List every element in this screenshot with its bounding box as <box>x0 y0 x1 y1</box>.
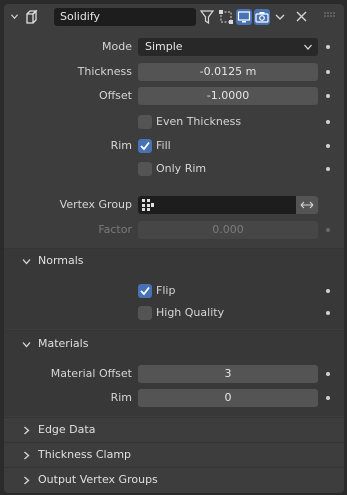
thickness-row: Thickness -0.0125 m <box>4 62 344 82</box>
decorator-dot-icon[interactable] <box>326 372 330 376</box>
close-icon[interactable] <box>296 11 307 22</box>
fill-checkbox[interactable] <box>138 139 152 153</box>
decorator-dot-icon[interactable] <box>326 45 330 49</box>
even-thickness-label[interactable]: Even Thickness <box>156 112 241 132</box>
thickness-clamp-title: Thickness Clamp <box>38 448 132 461</box>
edge-data-header[interactable]: Edge Data <box>4 418 344 442</box>
high-quality-label[interactable]: High Quality <box>156 303 224 323</box>
solidify-modifier-icon <box>26 10 38 24</box>
material-rim-field[interactable]: 0 <box>138 389 318 407</box>
decorator-dot-icon[interactable] <box>326 396 330 400</box>
flip-checkbox[interactable] <box>138 284 152 298</box>
check-icon <box>140 141 150 151</box>
fill-label[interactable]: Fill <box>156 136 171 156</box>
vertex-group-field[interactable] <box>138 196 296 214</box>
chevron-right-icon <box>24 451 30 460</box>
chevron-down-icon <box>22 259 31 265</box>
normals-header[interactable]: Normals <box>4 249 344 273</box>
render-camera-icon <box>255 12 269 23</box>
materials-header[interactable]: Materials <box>4 332 344 356</box>
material-rim-label: Rim <box>110 391 132 404</box>
realtime-display-toggle[interactable] <box>236 9 252 25</box>
decorator-dot-icon[interactable] <box>326 70 330 74</box>
rim-fill-row: Rim Fill <box>4 136 344 156</box>
realtime-display-icon <box>237 11 251 23</box>
drag-grip-icon[interactable] <box>324 12 336 20</box>
material-offset-field[interactable]: 3 <box>138 365 318 383</box>
material-rim-row: Rim 0 <box>4 388 344 408</box>
material-offset-label: Material Offset <box>50 367 132 380</box>
solidify-modifier-panel: Solidify Mode Simple Thickness -0.0125 m… <box>3 3 345 494</box>
modifier-name-field[interactable]: Solidify <box>54 8 196 26</box>
factor-field[interactable]: 0.000 <box>138 221 318 239</box>
flip-label[interactable]: Flip <box>156 281 175 301</box>
chevron-down-icon <box>304 44 312 50</box>
decorator-dot-icon[interactable] <box>326 94 330 98</box>
modifier-header: Solidify <box>4 4 344 31</box>
offset-field[interactable]: -1.0000 <box>138 87 318 105</box>
decorator-dot-icon[interactable] <box>326 144 330 148</box>
normals-title: Normals <box>38 254 84 267</box>
invert-vertex-group-button[interactable] <box>296 196 318 214</box>
only-rim-label[interactable]: Only Rim <box>156 159 206 179</box>
material-offset-row: Material Offset 3 <box>4 364 344 384</box>
decorator-dot-icon[interactable] <box>326 311 330 315</box>
flip-row: Flip <box>4 281 344 301</box>
swap-arrows-icon <box>300 201 314 209</box>
only-rim-checkbox[interactable] <box>138 162 152 176</box>
factor-label: Factor <box>98 223 132 236</box>
mode-row: Mode Simple <box>4 37 344 57</box>
edge-data-title: Edge Data <box>38 423 96 436</box>
render-toggle[interactable] <box>254 9 270 25</box>
mode-value: Simple <box>145 40 183 53</box>
vertex-group-row: Vertex Group <box>4 195 344 215</box>
offset-row: Offset -1.0000 <box>4 86 344 106</box>
factor-row: Factor 0.000 <box>4 220 344 240</box>
offset-label: Offset <box>98 89 132 102</box>
thickness-field[interactable]: -0.0125 m <box>138 63 318 81</box>
mode-select[interactable]: Simple <box>138 38 318 56</box>
high-quality-row: High Quality <box>4 303 344 323</box>
chevron-down-icon[interactable] <box>11 13 18 20</box>
mode-label: Mode <box>102 40 132 53</box>
vertex-group-icon <box>142 199 154 211</box>
decorator-dot-icon[interactable] <box>326 120 330 124</box>
high-quality-checkbox[interactable] <box>138 306 152 320</box>
materials-title: Materials <box>38 337 89 350</box>
chevron-right-icon <box>24 426 30 435</box>
decorator-dot-icon[interactable] <box>326 228 330 232</box>
chevron-right-icon <box>24 476 30 485</box>
even-thickness-row: Even Thickness <box>4 112 344 132</box>
thickness-clamp-header[interactable]: Thickness Clamp <box>4 443 344 467</box>
only-rim-row: Only Rim <box>4 159 344 179</box>
edit-mode-icon[interactable] <box>218 9 234 25</box>
rim-label: Rim <box>110 139 132 152</box>
funnel-icon[interactable] <box>200 9 214 25</box>
chevron-down-icon <box>22 342 31 348</box>
vertex-group-label: Vertex Group <box>59 198 132 211</box>
check-icon <box>140 286 150 296</box>
output-vertex-groups-title: Output Vertex Groups <box>38 473 158 486</box>
thickness-label: Thickness <box>77 65 132 78</box>
chevron-down-icon[interactable] <box>275 12 285 22</box>
decorator-dot-icon[interactable] <box>326 167 330 171</box>
even-thickness-checkbox[interactable] <box>138 115 152 129</box>
decorator-dot-icon[interactable] <box>326 289 330 293</box>
output-vertex-groups-header[interactable]: Output Vertex Groups <box>4 468 344 492</box>
